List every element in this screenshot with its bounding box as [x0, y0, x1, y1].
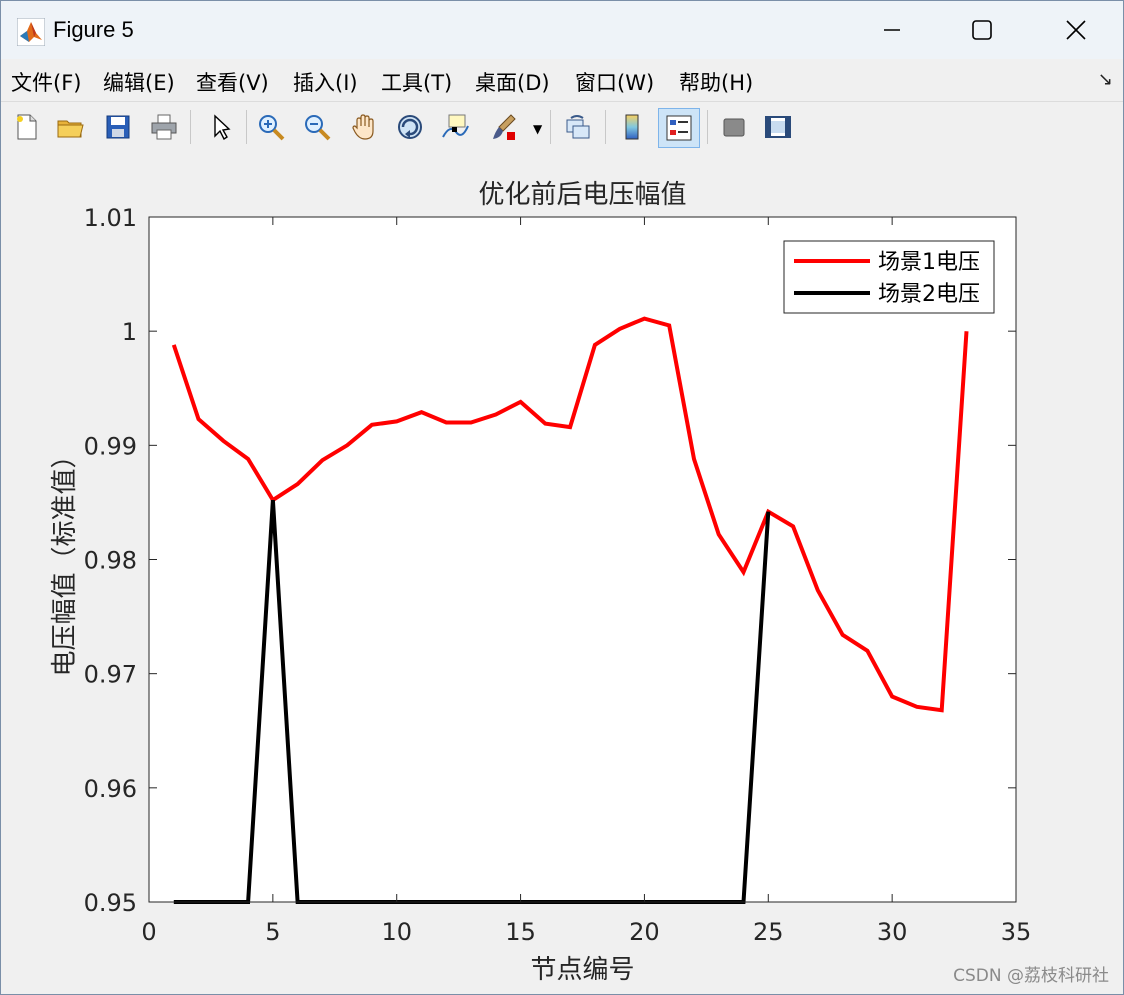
minimize-icon	[884, 29, 900, 31]
brush-dropdown-icon[interactable]: ▼	[533, 122, 542, 136]
menu-file[interactable]: 文件(F)	[11, 67, 81, 97]
title-bar[interactable]: Figure 5	[1, 1, 1123, 59]
toolbar-separator	[246, 110, 247, 144]
colorbar-icon[interactable]	[615, 109, 649, 145]
pan-hand-icon[interactable]	[347, 109, 381, 145]
zoom-out-icon[interactable]	[300, 109, 334, 145]
toolbar-separator	[190, 110, 191, 144]
menu-tools[interactable]: 工具(T)	[381, 67, 452, 97]
menu-view[interactable]: 查看(V)	[196, 67, 269, 97]
maximize-icon	[972, 20, 992, 40]
matlab-logo-icon	[17, 18, 45, 46]
link-plot-icon[interactable]	[561, 109, 595, 145]
y-tick-label: 0.96	[84, 775, 137, 803]
pointer-icon[interactable]	[203, 109, 237, 145]
x-tick-label: 0	[141, 918, 156, 946]
y-tick-label: 0.99	[84, 432, 137, 460]
minimize-button[interactable]	[849, 1, 935, 59]
maximize-button[interactable]	[939, 1, 1025, 59]
legend-icon[interactable]	[658, 108, 700, 148]
menu-window[interactable]: 窗口(W)	[575, 67, 654, 97]
zoom-in-icon[interactable]	[254, 109, 288, 145]
new-figure-icon[interactable]	[9, 109, 43, 145]
y-tick-label: 0.98	[84, 547, 137, 575]
close-button[interactable]	[1033, 1, 1119, 59]
menu-help[interactable]: 帮助(H)	[679, 67, 753, 97]
menu-edit[interactable]: 编辑(E)	[103, 67, 175, 97]
save-icon[interactable]	[101, 109, 135, 145]
y-tick-label: 1.01	[84, 204, 137, 232]
y-tick-label: 1	[122, 318, 137, 346]
plot-area	[149, 217, 1016, 902]
data-cursor-icon[interactable]	[438, 109, 472, 145]
toolbar-separator	[605, 110, 606, 144]
show-plot-tools-icon[interactable]	[761, 109, 795, 145]
print-icon[interactable]	[147, 109, 181, 145]
x-tick-label: 5	[265, 918, 280, 946]
chart-title: 优化前后电压幅值	[478, 180, 686, 210]
watermark: CSDN @荔枝科研社	[953, 966, 1109, 986]
close-icon	[1066, 20, 1086, 40]
brush-icon[interactable]	[487, 109, 521, 145]
figure-toolbar: ▼	[1, 101, 1123, 153]
line-chart[interactable]: 0 5 10 15 20 25 30 35 0.95 0.96 0.97 0.98 0.99 1 1.01 优…	[1, 152, 1123, 994]
legend-label-2: 场景2电压	[878, 282, 980, 307]
figure-window: Figure 5 文件(F) 编辑(E) 查看(V) 插入(I) 工具(T) 桌…	[0, 0, 1124, 995]
menu-desktop[interactable]: 桌面(D)	[475, 67, 550, 97]
x-tick-label: 10	[381, 918, 412, 946]
x-tick-label: 35	[1001, 918, 1032, 946]
x-tick-label: 25	[753, 918, 784, 946]
rotate-3d-icon[interactable]	[393, 109, 427, 145]
toolbar-separator	[707, 110, 708, 144]
x-axis-label: 节点编号	[530, 955, 634, 985]
x-tick-label: 30	[877, 918, 908, 946]
figure-canvas: 0 5 10 15 20 25 30 35 0.95 0.96 0.97 0.98 0.99 1 1.01 优…	[1, 152, 1123, 994]
hide-plot-tools-icon[interactable]	[717, 109, 751, 145]
dock-arrow-icon[interactable]: ↘	[1098, 69, 1113, 90]
y-tick-label: 0.95	[84, 889, 137, 917]
y-tick-label: 0.97	[84, 661, 137, 689]
menu-insert[interactable]: 插入(I)	[293, 67, 358, 97]
window-title: Figure 5	[53, 17, 134, 42]
x-tick-label: 15	[505, 918, 536, 946]
toolbar-separator	[550, 110, 551, 144]
y-axis-label: 电压幅值（标准值）	[50, 442, 80, 676]
legend-label-1: 场景1电压	[878, 250, 980, 275]
x-tick-label: 20	[629, 918, 660, 946]
menu-bar: 文件(F) 编辑(E) 查看(V) 插入(I) 工具(T) 桌面(D) 窗口(W…	[1, 59, 1123, 101]
open-file-icon[interactable]	[53, 109, 87, 145]
